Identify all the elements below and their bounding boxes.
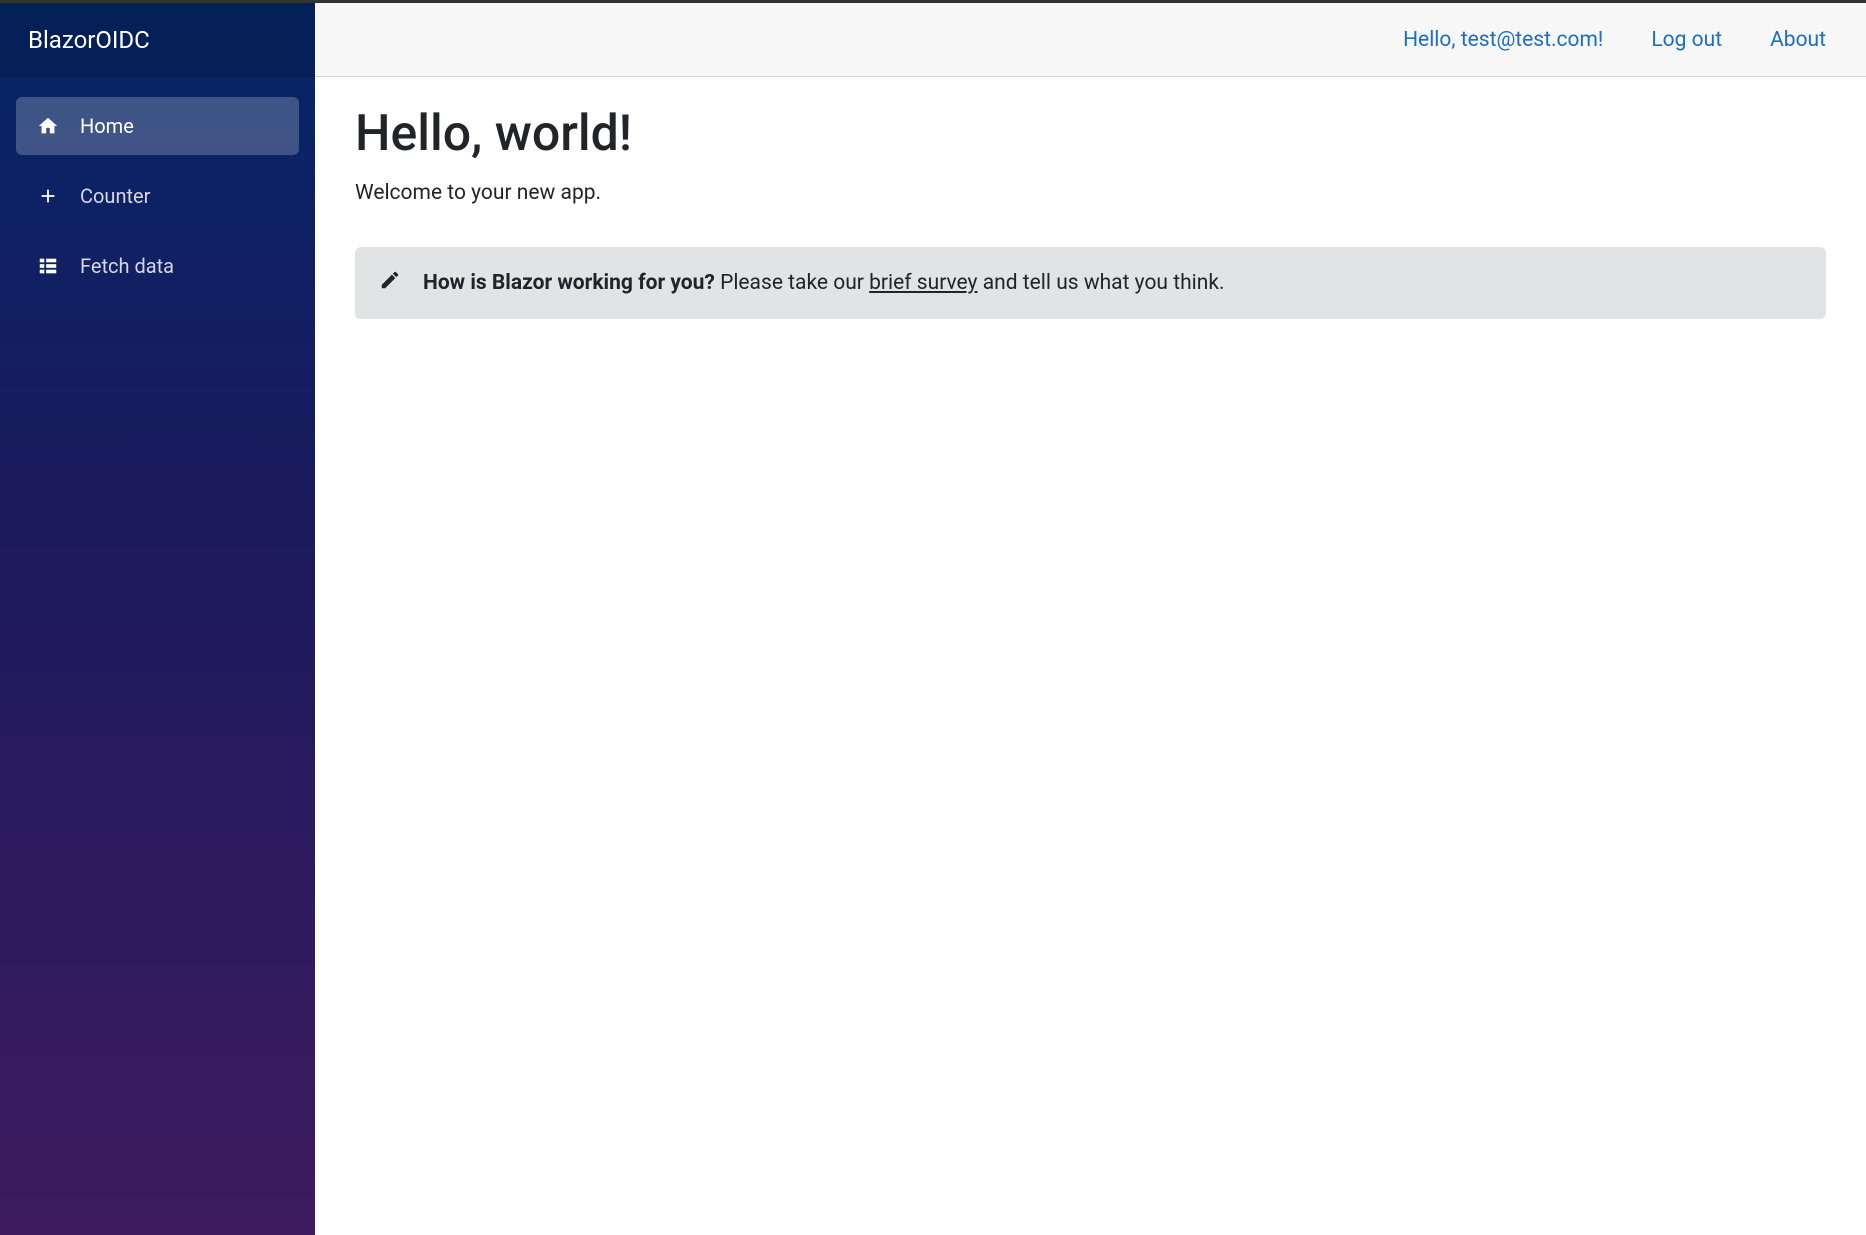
page-title: Hello, world! bbox=[355, 105, 1826, 163]
sidebar-nav: Home Counter Fetch data bbox=[0, 77, 315, 315]
plus-icon bbox=[36, 184, 60, 208]
survey-link[interactable]: brief survey bbox=[869, 271, 977, 295]
welcome-text: Welcome to your new app. bbox=[355, 181, 1826, 205]
main-area: Hello, test@test.com! Log out About Hell… bbox=[315, 3, 1866, 1235]
sidebar-item-label: Home bbox=[80, 114, 134, 138]
top-row: Hello, test@test.com! Log out About bbox=[315, 3, 1866, 77]
survey-bold: How is Blazor working for you? bbox=[423, 271, 715, 295]
sidebar-item-label: Counter bbox=[80, 184, 150, 208]
sidebar-item-counter[interactable]: Counter bbox=[16, 167, 299, 225]
survey-text: How is Blazor working for you? Please ta… bbox=[423, 271, 1225, 295]
about-link[interactable]: About bbox=[1770, 28, 1826, 52]
sidebar: BlazorOIDC Home Counter Fetch data bbox=[0, 3, 315, 1235]
survey-lead: Please take our bbox=[715, 271, 869, 295]
app-brand[interactable]: BlazorOIDC bbox=[0, 3, 315, 77]
home-icon bbox=[36, 114, 60, 138]
sidebar-item-label: Fetch data bbox=[80, 254, 174, 278]
logout-link[interactable]: Log out bbox=[1651, 28, 1722, 52]
content: Hello, world! Welcome to your new app. H… bbox=[315, 77, 1866, 347]
pencil-icon bbox=[379, 269, 401, 297]
app-brand-label: BlazorOIDC bbox=[28, 26, 150, 54]
survey-alert: How is Blazor working for you? Please ta… bbox=[355, 247, 1826, 319]
user-greeting-link[interactable]: Hello, test@test.com! bbox=[1403, 28, 1603, 52]
sidebar-item-home[interactable]: Home bbox=[16, 97, 299, 155]
survey-tail: and tell us what you think. bbox=[977, 271, 1224, 295]
list-icon bbox=[36, 254, 60, 278]
sidebar-item-fetch-data[interactable]: Fetch data bbox=[16, 237, 299, 295]
